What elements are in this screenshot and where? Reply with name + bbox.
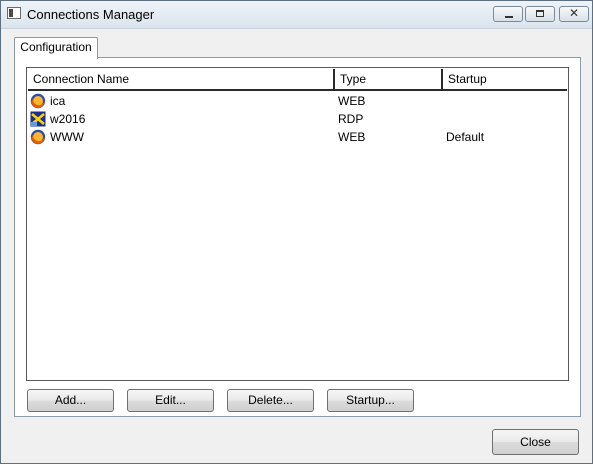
connection-type: WEB — [338, 130, 366, 144]
connection-name: ica — [50, 94, 66, 108]
close-button[interactable]: Close — [492, 429, 579, 455]
list-header: Connection Name Type Startup — [28, 69, 567, 91]
connections-manager-window: Connections Manager ✕ Configuration Conn… — [0, 0, 593, 464]
close-icon: ✕ — [568, 6, 580, 20]
delete-button[interactable]: Delete... — [227, 389, 314, 412]
table-row[interactable]: WWW WEB Default — [28, 128, 567, 146]
window-title: Connections Manager — [27, 7, 155, 22]
connection-name: WWW — [50, 130, 84, 144]
edit-button[interactable]: Edit... — [127, 389, 214, 412]
connections-list[interactable]: Connection Name Type Startup ica WEB w20… — [26, 67, 569, 381]
column-header-connection-name[interactable]: Connection Name — [28, 69, 335, 89]
table-row[interactable]: ica WEB — [28, 92, 567, 110]
connection-type: WEB — [338, 94, 366, 108]
connection-name: w2016 — [50, 112, 86, 126]
table-row[interactable]: w2016 RDP — [28, 110, 567, 128]
column-header-type[interactable]: Type — [335, 69, 443, 89]
connection-type: RDP — [338, 112, 364, 126]
maximize-button[interactable] — [525, 6, 555, 22]
firefox-icon — [30, 129, 46, 145]
column-header-startup[interactable]: Startup — [443, 69, 569, 89]
startup-button[interactable]: Startup... — [327, 389, 414, 412]
maximize-icon — [536, 10, 544, 17]
title-bar[interactable]: Connections Manager ✕ — [1, 1, 592, 29]
close-window-button[interactable]: ✕ — [559, 6, 589, 22]
app-window-icon — [7, 7, 21, 19]
add-button[interactable]: Add... — [27, 389, 114, 412]
minimize-button[interactable] — [493, 6, 523, 22]
minimize-icon — [505, 16, 513, 18]
firefox-icon — [30, 93, 46, 109]
connection-startup: Default — [446, 130, 485, 144]
rdp-icon — [30, 111, 46, 127]
tab-configuration[interactable]: Configuration — [14, 37, 98, 59]
